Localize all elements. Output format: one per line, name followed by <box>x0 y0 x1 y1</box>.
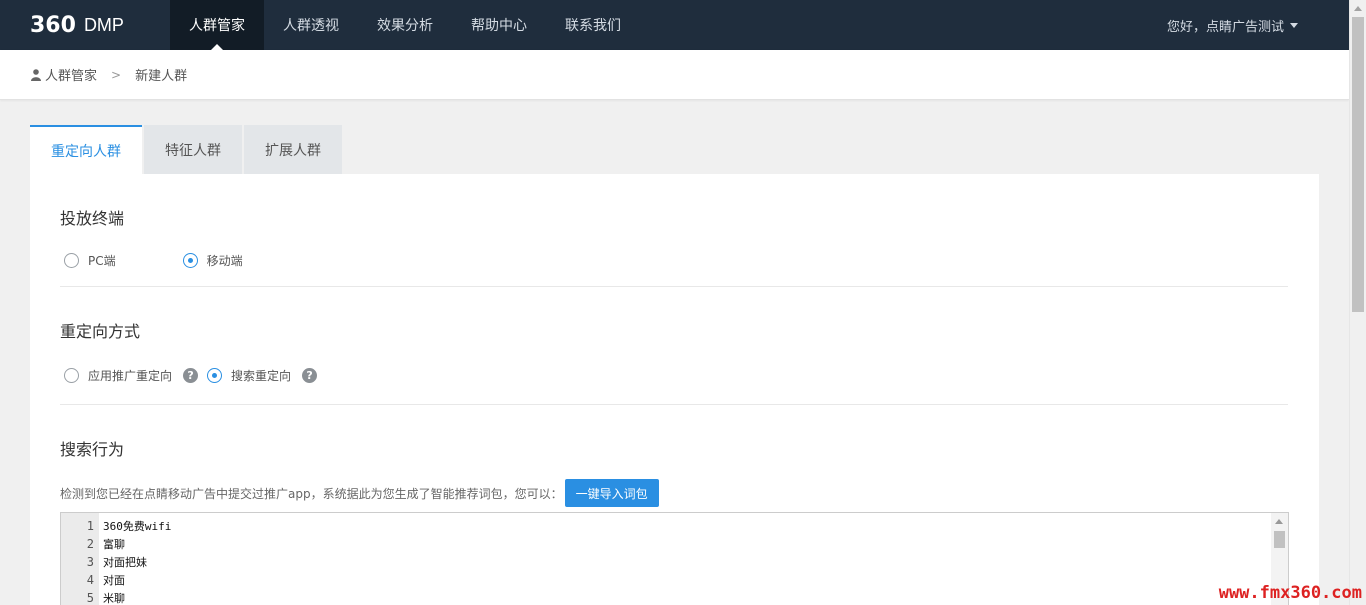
logo-number: 360 <box>30 12 76 38</box>
line-number: 3 <box>86 555 94 569</box>
radio-label-app-retarget: 应用推广重定向 <box>88 369 173 383</box>
tab-expand-crowd[interactable]: 扩展人群 <box>244 125 342 174</box>
divider <box>60 404 1288 405</box>
help-icon[interactable]: ? <box>183 368 199 383</box>
keyword-lines: 1 360免费wifi 2 富聊 3 对面把妹 4 对面 5 米聊 <box>61 517 1271 605</box>
radio-circle[interactable] <box>64 368 79 383</box>
line-number: 1 <box>86 519 94 533</box>
line-number: 5 <box>86 591 94 605</box>
radio-search-retarget[interactable]: 搜索重定向 <box>207 367 291 384</box>
keyword-line[interactable]: 5 米聊 <box>61 589 1271 605</box>
section-title-search: 搜索行为 <box>60 440 125 459</box>
divider <box>60 286 1288 287</box>
user-icon <box>31 68 41 81</box>
tab-retarget-crowd[interactable]: 重定向人群 <box>30 125 142 174</box>
keyword-line[interactable]: 4 对面 <box>61 571 1271 589</box>
keyword-text: 对面 <box>103 574 125 587</box>
logo-text: DMP <box>83 14 124 35</box>
line-number: 2 <box>86 537 94 551</box>
nav-item-help-center[interactable]: 帮助中心 <box>452 0 546 50</box>
radio-circle[interactable] <box>182 253 198 268</box>
section-title-retarget: 重定向方式 <box>60 322 141 341</box>
radio-pc[interactable]: PC端 <box>64 252 116 269</box>
keyword-text: 富聊 <box>103 538 125 551</box>
radio-app-retarget[interactable]: 应用推广重定向 <box>64 367 172 384</box>
breadcrumb-root[interactable]: 人群管家 <box>45 65 97 84</box>
user-greeting: 您好，点睛广告测试 <box>1166 19 1284 35</box>
help-icon[interactable]: ? <box>302 368 318 383</box>
caret-down-icon <box>1290 22 1298 28</box>
user-menu[interactable]: 您好，点睛广告测试 <box>1167 0 1298 50</box>
radio-label-mobile: 移动端 <box>206 254 243 268</box>
crowd-type-tabs: 重定向人群 特征人群 扩展人群 <box>30 125 344 174</box>
tab-feature-crowd[interactable]: 特征人群 <box>144 125 242 174</box>
form-panel: 投放终端 PC端 移动端 重定向方式 应用推广重定向 ? 搜索重定向 ? 搜索行… <box>30 174 1319 605</box>
keyword-line[interactable]: 2 富聊 <box>61 535 1271 553</box>
section-title-terminal: 投放终端 <box>60 209 125 228</box>
watermark: www.fmx360.com <box>1218 583 1362 603</box>
keyword-line[interactable]: 3 对面把妹 <box>61 553 1271 571</box>
keyword-line[interactable]: 1 360免费wifi <box>61 517 1271 535</box>
radio-circle[interactable] <box>207 368 223 383</box>
keyword-text: 对面把妹 <box>103 556 147 569</box>
keyword-text: 360免费wifi <box>103 520 172 533</box>
radio-mobile[interactable]: 移动端 <box>182 252 243 269</box>
main-nav: 人群管家 人群透视 效果分析 帮助中心 联系我们 <box>170 0 640 50</box>
top-navbar: 360 DMP 人群管家 人群透视 效果分析 帮助中心 联系我们 您好，点睛广告… <box>0 0 1349 50</box>
retarget-radio-group: 应用推广重定向 ? 搜索重定向 ? <box>64 367 318 384</box>
breadcrumb-current: 新建人群 <box>135 69 188 84</box>
terminal-radio-group: PC端 移动端 <box>64 252 243 269</box>
scroll-thumb[interactable] <box>1352 17 1364 312</box>
radio-circle[interactable] <box>64 253 79 268</box>
scroll-thumb[interactable] <box>1274 531 1285 548</box>
nav-item-contact-us[interactable]: 联系我们 <box>546 0 640 50</box>
search-hint-text: 检测到您已经在点睛移动广告中提交过推广app，系统据此为您生成了智能推荐词包，您… <box>60 486 563 501</box>
scroll-up-icon[interactable] <box>1275 519 1283 524</box>
nav-item-crowd-manager[interactable]: 人群管家 <box>170 0 264 50</box>
line-number: 4 <box>86 573 94 587</box>
radio-label-search-retarget: 搜索重定向 <box>231 369 292 383</box>
breadcrumb-separator: > <box>111 67 122 82</box>
page-scrollbar[interactable] <box>1349 0 1366 605</box>
import-keywords-button[interactable]: 一键导入词包 <box>564 479 659 507</box>
keyword-editor[interactable]: 1 360免费wifi 2 富聊 3 对面把妹 4 对面 5 米聊 <box>60 512 1289 605</box>
breadcrumb: 人群管家 > 新建人群 <box>0 50 1349 100</box>
keyword-text: 米聊 <box>103 592 125 605</box>
radio-label-pc: PC端 <box>88 254 116 268</box>
logo[interactable]: 360 DMP <box>30 12 124 38</box>
nav-item-effect-analysis[interactable]: 效果分析 <box>358 0 452 50</box>
search-hint: 检测到您已经在点睛移动广告中提交过推广app，系统据此为您生成了智能推荐词包，您… <box>60 479 659 507</box>
nav-item-crowd-insight[interactable]: 人群透视 <box>264 0 358 50</box>
scroll-up-icon[interactable] <box>1354 6 1362 11</box>
